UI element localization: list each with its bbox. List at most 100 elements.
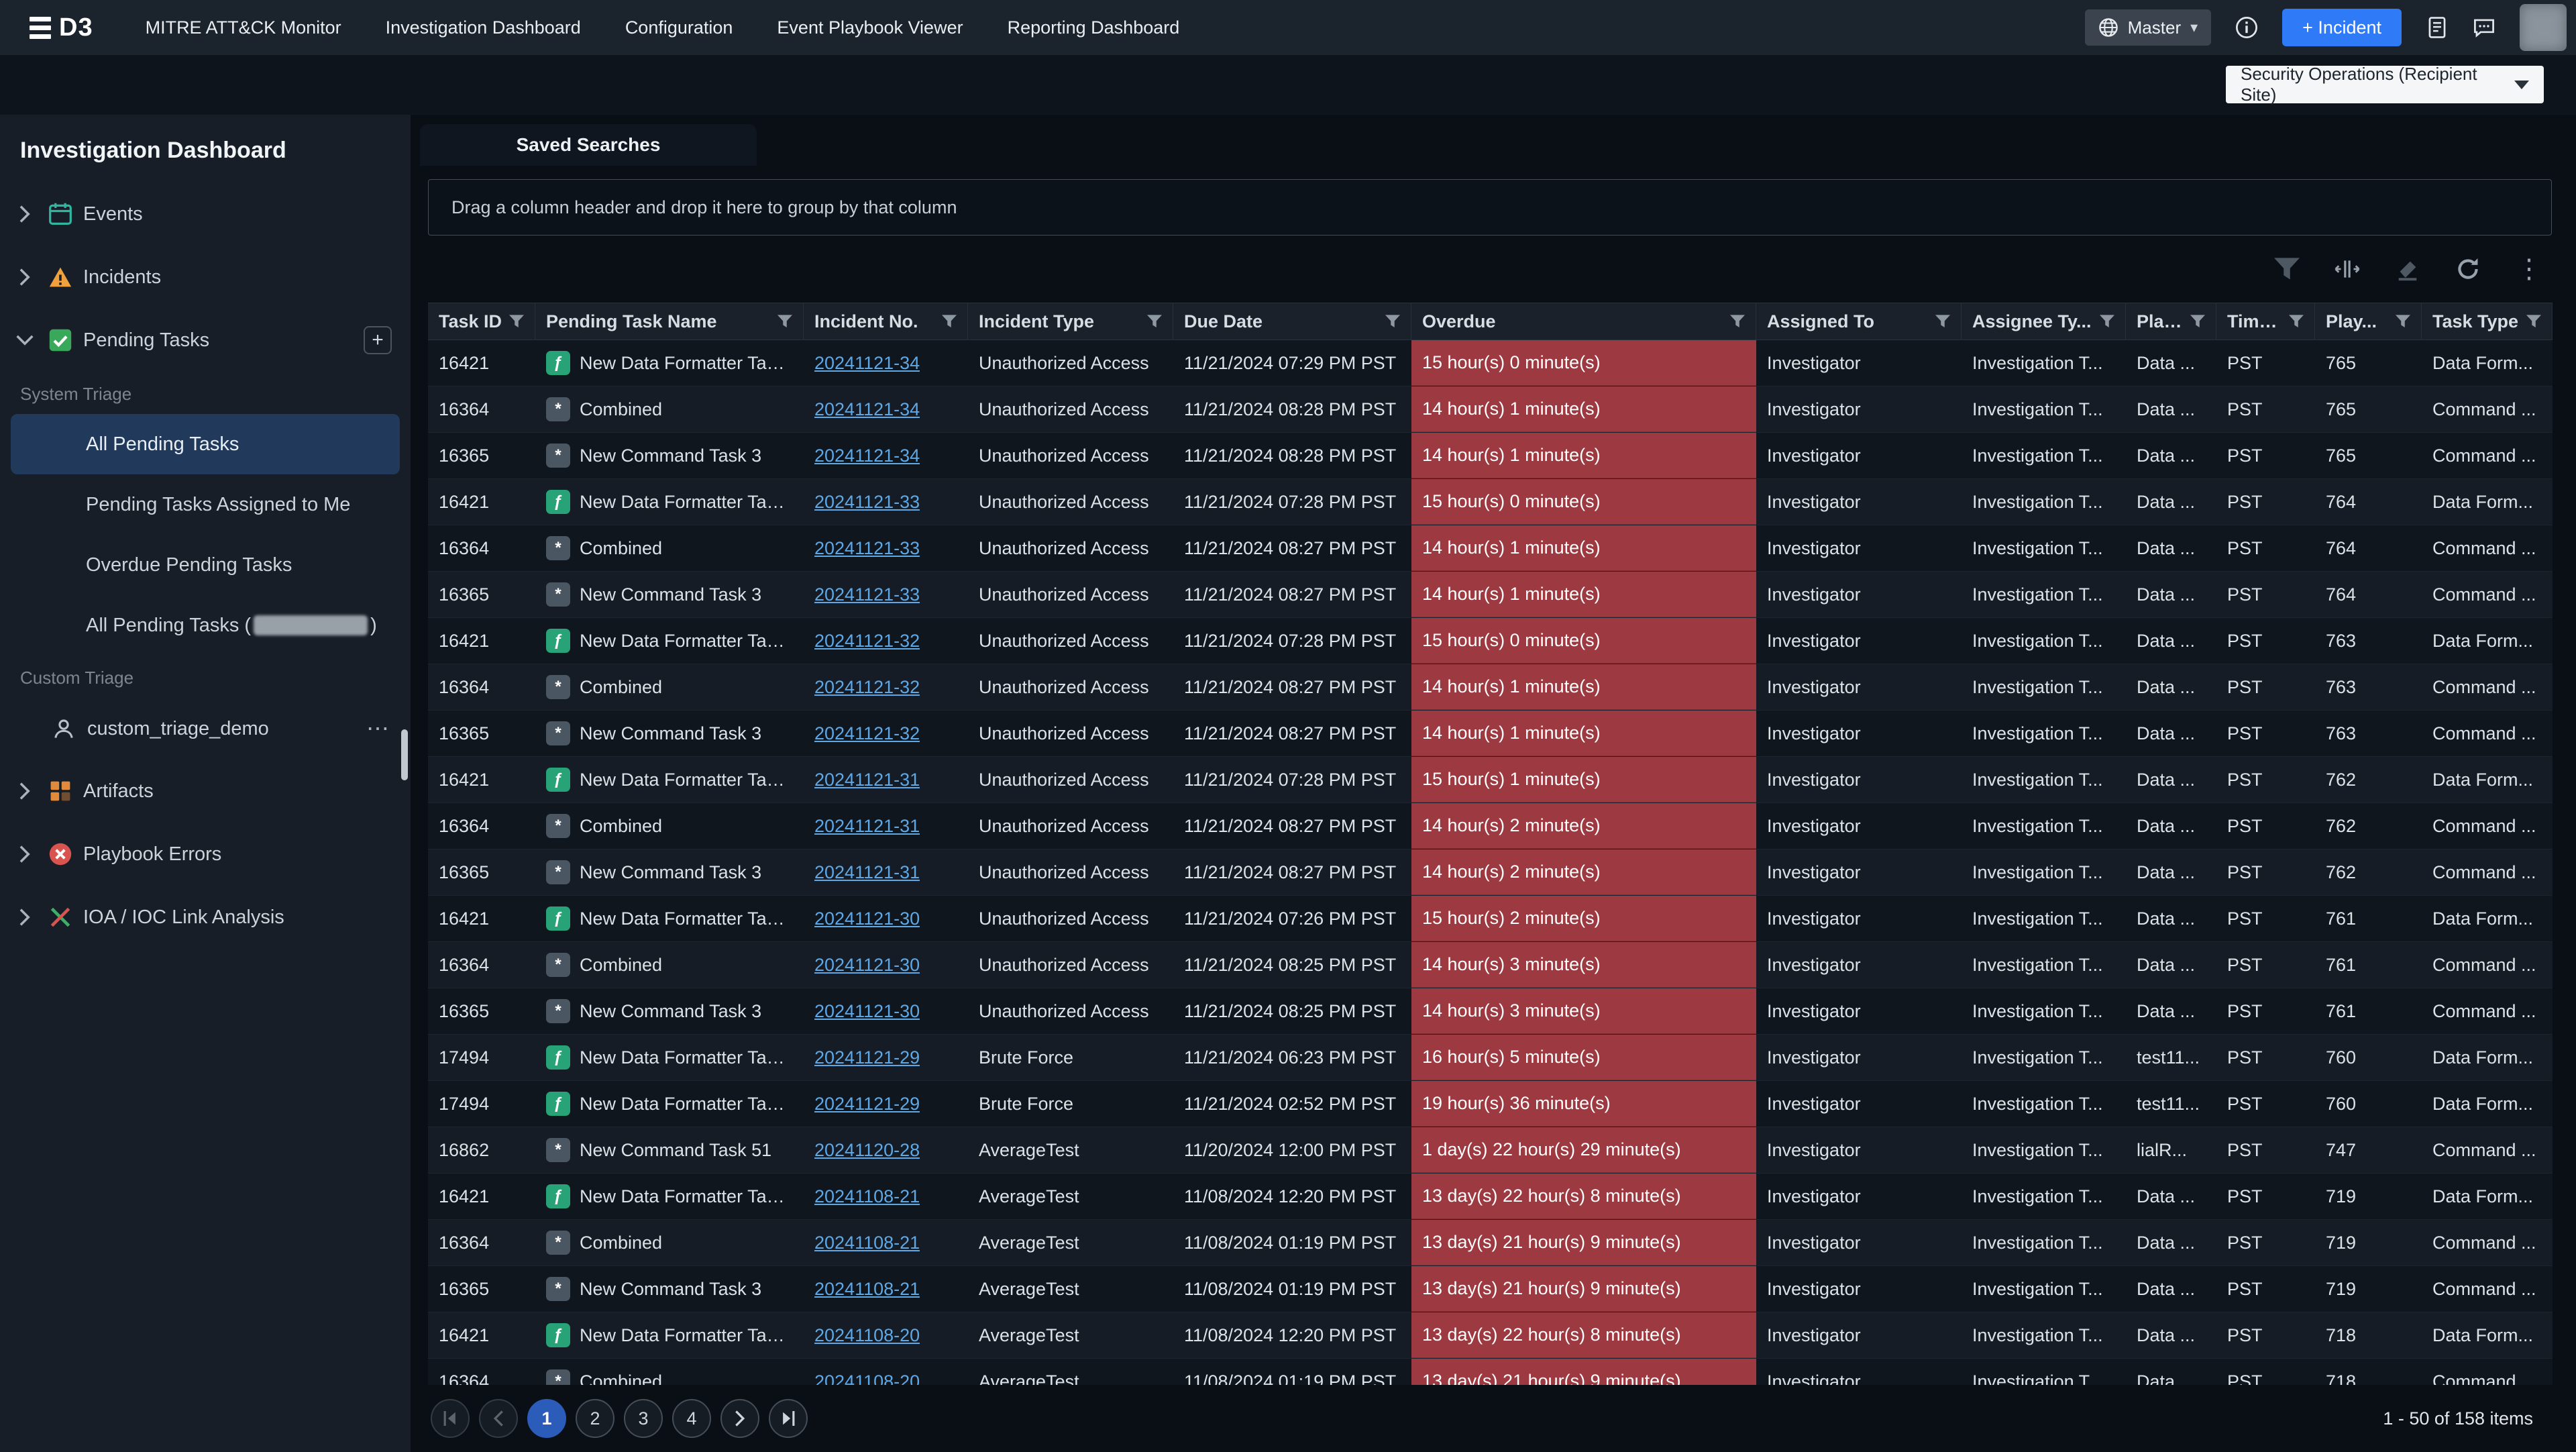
table-row[interactable]: 16421ƒNew Data Formatter Task 1420241121… xyxy=(428,757,2553,803)
nav-investigation-dashboard[interactable]: Investigation Dashboard xyxy=(386,17,581,38)
page-button-4[interactable]: 4 xyxy=(672,1399,711,1438)
table-row[interactable]: 16421ƒNew Data Formatter Task 1420241121… xyxy=(428,340,2553,386)
incident-link[interactable]: 20241121-33 xyxy=(814,492,920,513)
table-row[interactable]: 16364*Combined20241121-32Unauthorized Ac… xyxy=(428,664,2553,711)
sidebar-item-artifacts[interactable]: Artifacts xyxy=(0,760,411,823)
page-button-1[interactable]: 1 xyxy=(527,1399,566,1438)
filter-icon[interactable] xyxy=(1385,315,1400,328)
sidebar-item-ioa-ioc-link-analysis[interactable]: IOA / IOC Link Analysis xyxy=(0,886,411,949)
filter-icon[interactable] xyxy=(2289,315,2304,328)
column-header-assigned-to[interactable]: Assigned To xyxy=(1756,303,1962,340)
incident-link[interactable]: 20241108-20 xyxy=(814,1325,920,1346)
table-row[interactable]: 16365*New Command Task 320241121-34Unaut… xyxy=(428,433,2553,479)
sidebar-item-all-pending-tasks[interactable]: All Pending Tasks xyxy=(11,414,400,474)
info-icon[interactable] xyxy=(2235,16,2258,39)
sidebar-item-custom-triage-demo[interactable]: custom_triage_demo ⋯ xyxy=(0,698,411,760)
last-page-button[interactable] xyxy=(769,1399,808,1438)
incident-link[interactable]: 20241121-33 xyxy=(814,538,920,559)
sidebar-item-playbook-errors[interactable]: Playbook Errors xyxy=(0,823,411,886)
incident-link[interactable]: 20241121-30 xyxy=(814,955,920,976)
incident-link[interactable]: 20241108-21 xyxy=(814,1279,920,1300)
avatar[interactable] xyxy=(2520,4,2567,51)
incident-link[interactable]: 20241121-30 xyxy=(814,909,920,929)
group-by-dropzone[interactable]: Drag a column header and drop it here to… xyxy=(428,179,2552,236)
incident-link[interactable]: 20241121-30 xyxy=(814,1001,920,1022)
chat-icon[interactable] xyxy=(2473,16,2496,39)
page-button-3[interactable]: 3 xyxy=(624,1399,663,1438)
column-header-due-date[interactable]: Due Date xyxy=(1173,303,1411,340)
table-row[interactable]: 16364*Combined20241108-20AverageTest11/0… xyxy=(428,1359,2553,1385)
d3-logo[interactable]: D3 xyxy=(30,13,93,42)
filter-icon[interactable] xyxy=(2396,315,2410,328)
filter-icon[interactable] xyxy=(2100,315,2114,328)
filter-icon[interactable] xyxy=(777,315,792,328)
filter-icon[interactable] xyxy=(509,315,524,328)
incident-link[interactable]: 20241121-32 xyxy=(814,677,920,698)
next-page-button[interactable] xyxy=(720,1399,759,1438)
column-header-task-id[interactable]: Task ID xyxy=(428,303,535,340)
incident-link[interactable]: 20241121-29 xyxy=(814,1094,920,1114)
incident-link[interactable]: 20241121-33 xyxy=(814,584,920,605)
refresh-icon[interactable] xyxy=(2455,256,2481,282)
nav-mitre-attck-monitor[interactable]: MITRE ATT&CK Monitor xyxy=(146,17,341,38)
incident-link[interactable]: 20241121-32 xyxy=(814,631,920,652)
column-header-assignee-ty[interactable]: Assignee Ty... xyxy=(1962,303,2126,340)
incident-link[interactable]: 20241120-28 xyxy=(814,1140,920,1161)
column-header-pending-task-name[interactable]: Pending Task Name xyxy=(535,303,804,340)
sidebar-resize-handle[interactable] xyxy=(401,729,408,780)
filter-icon[interactable] xyxy=(1147,315,1162,328)
table-row[interactable]: 16421ƒNew Data Formatter Task 1420241121… xyxy=(428,479,2553,525)
sidebar-item-all-pending-tasks-site[interactable]: All Pending Tasks ( ) xyxy=(0,595,411,656)
clear-filter-icon[interactable] xyxy=(2395,256,2420,282)
master-dropdown[interactable]: Master ▾ xyxy=(2085,9,2212,46)
table-row[interactable]: 16421ƒNew Data Formatter Task 1420241121… xyxy=(428,618,2553,664)
table-row[interactable]: 16365*New Command Task 320241121-30Unaut… xyxy=(428,988,2553,1035)
more-options-icon[interactable]: ⋮ xyxy=(2516,256,2542,282)
incident-link[interactable]: 20241121-31 xyxy=(814,816,920,837)
incident-link[interactable]: 20241121-31 xyxy=(814,862,920,883)
incident-link[interactable]: 20241108-21 xyxy=(814,1233,920,1253)
table-row[interactable]: 16365*New Command Task 320241121-31Unaut… xyxy=(428,849,2553,896)
notes-icon[interactable] xyxy=(2426,16,2449,39)
column-header-play[interactable]: Play... xyxy=(2126,303,2216,340)
column-header-incident-no[interactable]: Incident No. xyxy=(804,303,968,340)
page-button-2[interactable]: 2 xyxy=(576,1399,614,1438)
incident-link[interactable]: 20241121-32 xyxy=(814,723,920,744)
table-row[interactable]: 16365*New Command Task 320241121-32Unaut… xyxy=(428,711,2553,757)
incident-link[interactable]: 20241121-29 xyxy=(814,1047,920,1068)
filter-icon[interactable] xyxy=(2526,315,2541,328)
table-row[interactable]: 16365*New Command Task 320241121-33Unaut… xyxy=(428,572,2553,618)
sidebar-item-pending-tasks[interactable]: Pending Tasks + xyxy=(0,309,411,372)
filter-icon[interactable] xyxy=(1730,315,1745,328)
incident-link[interactable]: 20241108-21 xyxy=(814,1186,920,1207)
table-row[interactable]: 16421ƒNew Data Formatter Task 1420241108… xyxy=(428,1312,2553,1359)
table-row[interactable]: 16364*Combined20241121-34Unauthorized Ac… xyxy=(428,386,2553,433)
table-row[interactable]: 16364*Combined20241121-30Unauthorized Ac… xyxy=(428,942,2553,988)
previous-page-button[interactable] xyxy=(479,1399,518,1438)
table-row[interactable]: 16421ƒNew Data Formatter Task 1420241121… xyxy=(428,896,2553,942)
incident-link[interactable]: 20241121-31 xyxy=(814,770,920,790)
incident-link[interactable]: 20241121-34 xyxy=(814,446,920,466)
sidebar-item-incidents[interactable]: Incidents xyxy=(0,246,411,309)
more-options-icon[interactable]: ⋯ xyxy=(366,715,390,742)
table-row[interactable]: 17494ƒNew Data Formatter Task 6820241121… xyxy=(428,1035,2553,1081)
nav-event-playbook-viewer[interactable]: Event Playbook Viewer xyxy=(777,17,963,38)
table-row[interactable]: 16421ƒNew Data Formatter Task 1420241108… xyxy=(428,1174,2553,1220)
filter-icon[interactable] xyxy=(942,315,957,328)
incident-link[interactable]: 20241121-34 xyxy=(814,399,920,420)
column-header-play-2[interactable]: Play... xyxy=(2315,303,2422,340)
table-row[interactable]: 16365*New Command Task 320241108-21Avera… xyxy=(428,1266,2553,1312)
tab-saved-searches[interactable]: Saved Searches xyxy=(420,124,757,166)
add-pending-task-button[interactable]: + xyxy=(364,326,392,354)
table-row[interactable]: 16862*New Command Task 5120241120-28Aver… xyxy=(428,1127,2553,1174)
sidebar-item-events[interactable]: Events xyxy=(0,183,411,246)
filter-icon[interactable] xyxy=(1935,315,1950,328)
column-header-overdue[interactable]: Overdue xyxy=(1411,303,1756,340)
add-incident-button[interactable]: + Incident xyxy=(2282,9,2402,46)
nav-configuration[interactable]: Configuration xyxy=(625,17,733,38)
column-header-incident-type[interactable]: Incident Type xyxy=(968,303,1173,340)
column-header-time[interactable]: Time ... xyxy=(2216,303,2315,340)
table-row[interactable]: 16364*Combined20241108-21AverageTest11/0… xyxy=(428,1220,2553,1266)
sidebar-item-overdue-pending-tasks[interactable]: Overdue Pending Tasks xyxy=(0,535,411,595)
nav-reporting-dashboard[interactable]: Reporting Dashboard xyxy=(1008,17,1180,38)
